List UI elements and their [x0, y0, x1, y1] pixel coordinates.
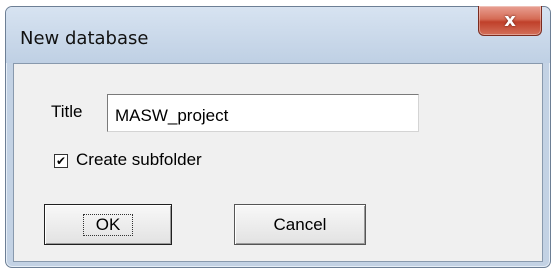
title-label: Title — [51, 102, 83, 121]
create-subfolder-checkbox[interactable]: ✔ — [54, 154, 68, 168]
ok-button[interactable]: OK — [44, 204, 172, 245]
cancel-button-label: Cancel — [273, 214, 327, 234]
ok-button-label: OK — [82, 213, 134, 236]
title-bar[interactable]: New database x — [6, 6, 550, 63]
cancel-button[interactable]: Cancel — [234, 204, 366, 245]
dialog-title: New database — [20, 28, 149, 49]
close-icon: x — [504, 10, 516, 31]
close-button[interactable]: x — [478, 6, 542, 36]
create-subfolder-label[interactable]: Create subfolder — [76, 150, 202, 170]
new-database-dialog: New database x Title ✔ Create subfolder … — [5, 6, 551, 268]
checkmark-icon: ✔ — [55, 154, 67, 168]
dialog-body: Title ✔ Create subfolder OK Cancel — [13, 63, 543, 262]
title-input[interactable] — [107, 94, 419, 132]
